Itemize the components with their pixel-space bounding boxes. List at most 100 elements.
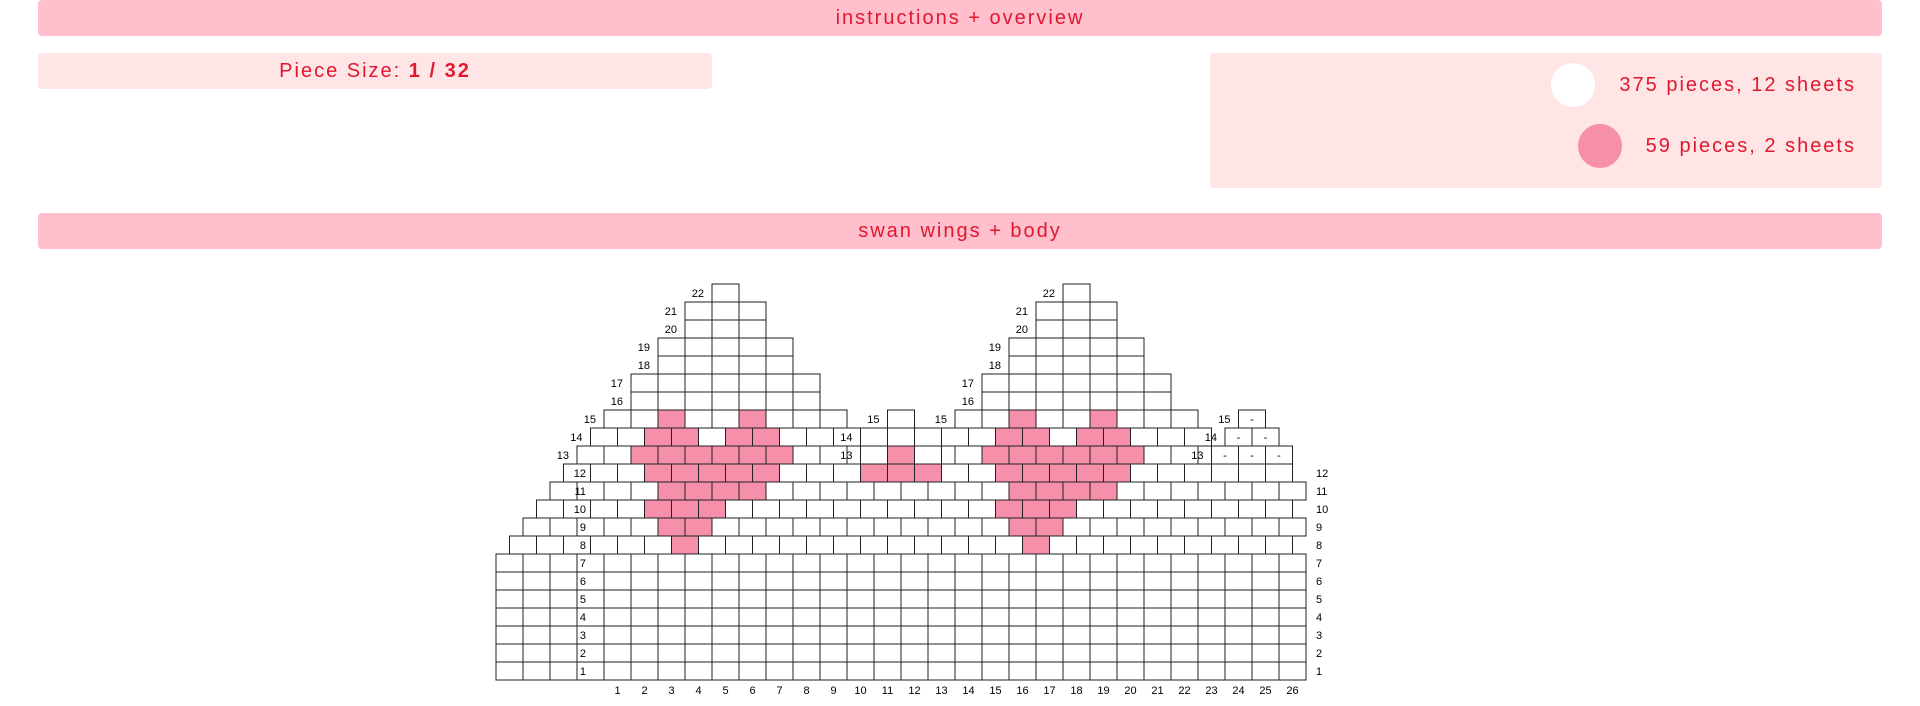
- bead-cell: [603, 661, 632, 681]
- bead-cell: [900, 589, 929, 609]
- bead-cell: [522, 589, 551, 609]
- bead-cell: [684, 481, 713, 501]
- bead-cell: [1197, 589, 1226, 609]
- bead-cell: [1049, 499, 1077, 519]
- bead-cell: [495, 625, 524, 645]
- bead-cell: [711, 283, 740, 303]
- bead-cell: [630, 481, 659, 501]
- bead-cell: [914, 445, 942, 465]
- bead-cell: [873, 607, 902, 627]
- bead-cell: [927, 607, 956, 627]
- bead-cell: [819, 643, 848, 663]
- bead-cell: [1197, 517, 1226, 537]
- row-label: 20: [1016, 324, 1028, 336]
- bead-cell: [1238, 463, 1266, 483]
- bead-cell: [522, 661, 551, 681]
- bead-cell: [873, 517, 902, 537]
- bead-cell: [711, 589, 740, 609]
- bead-cell: [1049, 463, 1077, 483]
- bead-cell: [1089, 445, 1118, 465]
- bead-cell: [1022, 499, 1050, 519]
- bead-cell: [1035, 391, 1064, 411]
- row-label: 6: [580, 576, 586, 588]
- bead-cell: [630, 625, 659, 645]
- bead-cell: [738, 481, 767, 501]
- bead-cell: [846, 571, 875, 591]
- bead-cell: [1278, 661, 1307, 681]
- bead-cell: [1251, 643, 1280, 663]
- bead-cell: [873, 481, 902, 501]
- bead-cell: [765, 445, 794, 465]
- bead-cell: [1008, 661, 1037, 681]
- row-label: 16: [611, 396, 623, 408]
- bead-cell: [1008, 589, 1037, 609]
- bead-cell: [698, 535, 726, 555]
- bead-cell: [1062, 319, 1091, 339]
- bead-cell: [711, 661, 740, 681]
- bead-cell: [981, 661, 1010, 681]
- bead-cell: [1143, 553, 1172, 573]
- bead-cell: [1103, 427, 1131, 447]
- bead-cell: [765, 373, 794, 393]
- row-label: 6: [1316, 576, 1322, 588]
- bead-cell: [1143, 481, 1172, 501]
- bead-cell: [1278, 553, 1307, 573]
- bead-cell: [603, 409, 632, 429]
- bead-cell: [495, 661, 524, 681]
- bead-cell: [752, 427, 780, 447]
- bead-cell: [1008, 337, 1037, 357]
- bead-cell: [887, 427, 915, 447]
- bead-cell: [765, 553, 794, 573]
- bead-cell: [1089, 553, 1118, 573]
- bead-cell: [1076, 463, 1104, 483]
- column-label: 7: [776, 685, 782, 697]
- bead-cell: [846, 481, 875, 501]
- bead-cell: [1035, 589, 1064, 609]
- bead-cell: [981, 625, 1010, 645]
- bead-pattern-grid: 2221201918171615141322212019181716151413…: [495, 283, 1328, 697]
- column-label: 10: [854, 685, 866, 697]
- empty-mark: -: [1250, 414, 1254, 426]
- bead-cell: [927, 625, 956, 645]
- bead-cell: [1062, 607, 1091, 627]
- bead-cell: [927, 661, 956, 681]
- bead-cell: [549, 625, 578, 645]
- column-label: 14: [962, 685, 974, 697]
- bead-cell: [1170, 553, 1199, 573]
- bead-cell: [684, 391, 713, 411]
- bead-cell: [941, 499, 969, 519]
- bead-cell: [900, 517, 929, 537]
- bead-cell: [806, 499, 834, 519]
- bead-cell: [630, 607, 659, 627]
- bead-cell: [819, 661, 848, 681]
- bead-cell: [1238, 535, 1266, 555]
- column-label: 13: [935, 685, 947, 697]
- bead-cell: [671, 499, 699, 519]
- bead-cell: [833, 499, 861, 519]
- bead-cell: [1184, 535, 1212, 555]
- bead-cell: [1008, 643, 1037, 663]
- bead-cell: [657, 607, 686, 627]
- bead-cell: [549, 661, 578, 681]
- bead-cell: [1116, 337, 1145, 357]
- row-label: 5: [1316, 594, 1322, 606]
- bead-cell: [819, 409, 848, 429]
- bead-cell: [792, 553, 821, 573]
- bead-cell: [927, 517, 956, 537]
- bead-cell: [522, 643, 551, 663]
- bead-cell: [887, 535, 915, 555]
- bead-cell: [711, 445, 740, 465]
- bead-cell: [954, 625, 983, 645]
- bead-cell: [1238, 499, 1266, 519]
- bead-cell: [1130, 427, 1158, 447]
- bead-cell: [684, 301, 713, 321]
- bead-cell: [711, 319, 740, 339]
- bead-cell: [900, 661, 929, 681]
- bead-cell: [1103, 499, 1131, 519]
- bead-cell: [617, 463, 645, 483]
- bead-cell: [1224, 553, 1253, 573]
- row-label: 2: [580, 648, 586, 660]
- row-label: 2: [1316, 648, 1322, 660]
- bead-cell: [549, 643, 578, 663]
- bead-cell: [671, 463, 699, 483]
